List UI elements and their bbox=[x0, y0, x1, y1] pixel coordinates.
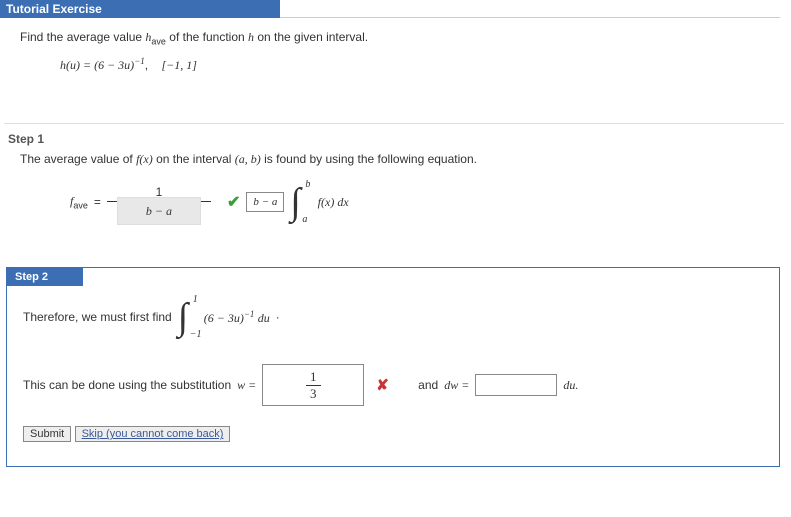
fraction-block: 1 b − a bbox=[107, 185, 211, 219]
button-row: Submit Skip (you cannot come back) bbox=[23, 426, 763, 442]
step2-int-lower: −1 bbox=[190, 329, 202, 340]
dw-input-box[interactable] bbox=[475, 374, 557, 396]
frac-denominator: b − a bbox=[107, 202, 211, 219]
step2-line1: Therefore, we must first find ∫ 1 −1 (6 … bbox=[23, 296, 763, 338]
step2-integrand: (6 − 3u)−1 du bbox=[204, 309, 270, 326]
step1-ab: (a, b) bbox=[235, 152, 261, 166]
fave-sub: ave bbox=[73, 201, 88, 211]
eq-exp: −1 bbox=[134, 56, 145, 66]
step2-label: Step 2 bbox=[7, 268, 83, 286]
integral-block: ∫ b a f(x) dx bbox=[290, 181, 348, 223]
h-function: h bbox=[248, 30, 254, 44]
tutorial-header: Tutorial Exercise bbox=[0, 0, 280, 18]
step1-text-post: is found by using the following equation… bbox=[264, 152, 477, 166]
eq-sep: , bbox=[145, 58, 148, 72]
step2-line2-mid: and bbox=[418, 378, 438, 392]
w-input-box[interactable]: 1 3 bbox=[262, 364, 364, 406]
step2-integral-sign: ∫ 1 −1 bbox=[178, 296, 198, 338]
int-lower: a bbox=[302, 214, 307, 225]
step2-line1-pre: Therefore, we must first find bbox=[23, 310, 172, 324]
check-icon: ✔ bbox=[227, 192, 240, 212]
prompt-text-pre: Find the average value bbox=[20, 30, 145, 44]
integrand-base: (6 − 3u) bbox=[204, 311, 244, 325]
step2-container: Step 2 Therefore, we must first find ∫ 1… bbox=[6, 267, 780, 467]
step1-equation: fave = 1 b − a ✔ b − a ∫ b a f(x) dx bbox=[70, 181, 771, 223]
answer-filled-box[interactable]: b − a bbox=[117, 197, 201, 225]
step2-int-upper: 1 bbox=[193, 294, 198, 305]
step2-integral-glyph-icon: ∫ bbox=[178, 296, 188, 338]
section-divider bbox=[4, 93, 784, 124]
eq-lhs: h(u) = (6 − 3u) bbox=[60, 58, 134, 72]
w-frac-den: 3 bbox=[306, 386, 321, 402]
boxed-answer: b − a bbox=[246, 192, 284, 212]
step1-body: The average value of f(x) on the interva… bbox=[0, 150, 791, 263]
step2-line2: This can be done using the substitution … bbox=[23, 364, 763, 406]
tutorial-header-row: Tutorial Exercise bbox=[0, 0, 791, 18]
step2-dot: · bbox=[276, 310, 280, 324]
cross-icon: ✘ bbox=[376, 376, 389, 394]
integral-sign: ∫ b a bbox=[290, 181, 310, 223]
step1-fx: f(x) bbox=[136, 152, 153, 166]
interval: [−1, 1] bbox=[161, 58, 196, 72]
step1-label: Step 1 bbox=[8, 132, 791, 146]
equals-sign: = bbox=[94, 195, 101, 209]
integrand-du: du bbox=[258, 311, 270, 325]
ave-subscript: ave bbox=[151, 36, 166, 46]
w-input-fraction: 1 3 bbox=[306, 369, 321, 402]
problem-equation: h(u) = (6 − 3u)−1, [−1, 1] bbox=[60, 56, 771, 73]
du-label: du. bbox=[563, 378, 578, 393]
step2-body: Therefore, we must first find ∫ 1 −1 (6 … bbox=[7, 286, 779, 452]
w-frac-num: 1 bbox=[306, 369, 321, 386]
step2-line2-pre: This can be done using the substitution bbox=[23, 378, 231, 392]
skip-button[interactable]: Skip (you cannot come back) bbox=[75, 426, 231, 442]
prompt-text-mid: of the function bbox=[169, 30, 248, 44]
integrand: f(x) dx bbox=[318, 195, 349, 210]
w-equals: w = bbox=[237, 378, 256, 393]
int-upper: b bbox=[305, 179, 310, 190]
fave-label: fave bbox=[70, 194, 88, 210]
step1-text-pre: The average value of bbox=[20, 152, 136, 166]
dw-equals: dw = bbox=[444, 378, 469, 393]
step1-text-mid: on the interval bbox=[156, 152, 235, 166]
integral-glyph-icon: ∫ bbox=[290, 181, 300, 223]
prompt-text-post: on the given interval. bbox=[257, 30, 368, 44]
integrand-exp: −1 bbox=[244, 309, 255, 319]
problem-statement: Find the average value h ave of the funct… bbox=[0, 18, 791, 93]
submit-button[interactable]: Submit bbox=[23, 426, 71, 442]
